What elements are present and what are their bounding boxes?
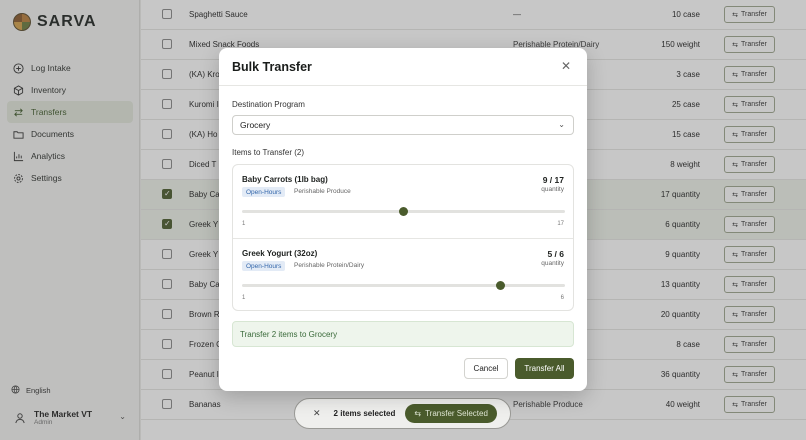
transfer-selected-label: Transfer Selected — [425, 409, 488, 418]
selection-count: 2 items selected — [333, 409, 396, 418]
transfer-item: Baby Carrots (1lb bag) 9 / 17 quantity O… — [233, 165, 573, 238]
transfer-all-button[interactable]: Transfer All — [515, 358, 574, 379]
arrows-icon: ⇆ — [414, 409, 422, 418]
item-unit: quantity — [541, 186, 564, 193]
slider-thumb[interactable] — [399, 207, 408, 216]
item-name: Baby Carrots (1lb bag) — [242, 175, 328, 184]
selection-bar: ✕ 2 items selected ⇆ Transfer Selected — [294, 398, 511, 429]
transfer-summary: Transfer 2 items to Grocery — [232, 321, 574, 347]
slider-max: 6 — [560, 295, 564, 301]
dialog-header: Bulk Transfer ✕ — [219, 48, 587, 86]
item-category: Perishable Protein/Dairy — [294, 262, 365, 269]
items-list: Baby Carrots (1lb bag) 9 / 17 quantity O… — [232, 164, 574, 311]
chevron-down-icon: ⌄ — [558, 120, 565, 129]
transfer-item: Greek Yogurt (32oz) 5 / 6 quantity Open-… — [233, 238, 573, 311]
item-category: Perishable Produce — [294, 188, 351, 195]
bulk-transfer-dialog: Bulk Transfer ✕ Destination Program Groc… — [219, 48, 587, 391]
item-unit: quantity — [541, 260, 564, 267]
slider-min: 1 — [242, 221, 246, 227]
close-icon[interactable]: ✕ — [561, 59, 571, 73]
quantity-slider[interactable] — [242, 281, 565, 290]
slider-thumb[interactable] — [495, 281, 505, 290]
destination-label: Destination Program — [232, 100, 305, 109]
destination-select[interactable]: Grocery ⌄ — [232, 115, 574, 135]
destination-value: Grocery — [240, 120, 271, 130]
transfer-selected-button[interactable]: ⇆ Transfer Selected — [405, 404, 497, 423]
dialog-title: Bulk Transfer — [232, 60, 312, 74]
item-quantity: 9 / 17 — [542, 175, 564, 185]
program-badge: Open-Hours — [242, 261, 286, 271]
items-label: Items to Transfer (2) — [232, 148, 305, 157]
item-quantity: 5 / 6 — [547, 249, 564, 259]
quantity-slider[interactable] — [242, 207, 565, 216]
slider-min: 1 — [242, 295, 246, 301]
program-badge: Open-Hours — [242, 187, 286, 197]
close-icon[interactable]: ✕ — [313, 408, 321, 419]
item-name: Greek Yogurt (32oz) — [242, 249, 318, 258]
slider-max: 17 — [557, 221, 564, 227]
cancel-button[interactable]: Cancel — [464, 358, 508, 379]
